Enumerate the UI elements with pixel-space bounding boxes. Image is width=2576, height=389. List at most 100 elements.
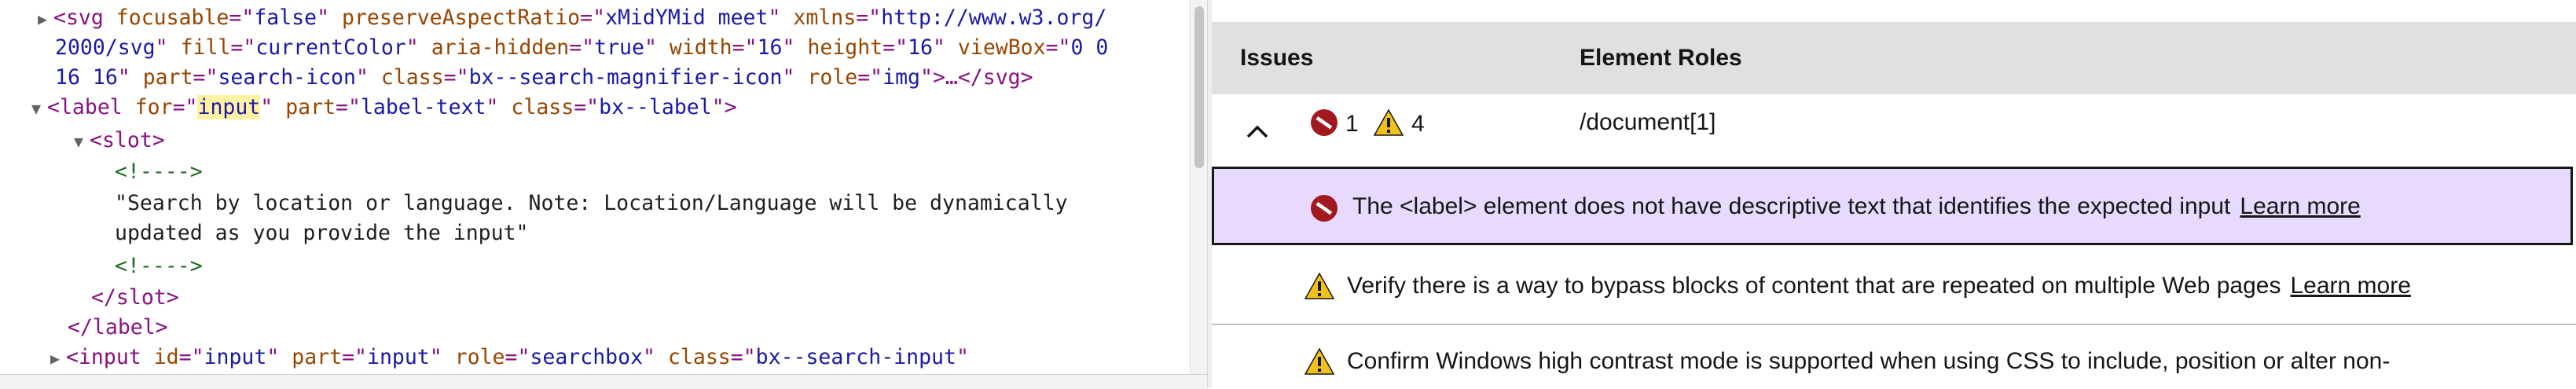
dom-token: =" <box>342 345 367 369</box>
dom-token: part <box>285 95 336 119</box>
dom-node-line[interactable]: ▶ <svg focusable="false" preserveAspectRa… <box>38 3 1106 34</box>
dom-token: " <box>260 95 286 119</box>
dom-token: " <box>405 35 431 60</box>
dom-node-line[interactable]: <!----> <box>115 157 203 187</box>
dom-token: class <box>511 95 574 119</box>
dom-token: ">…</svg> <box>919 65 1033 90</box>
issue-text: The <label> element does not have descri… <box>1352 193 2231 219</box>
dom-token: =" <box>1045 35 1071 60</box>
dom-token: bx--search-magnifier-icon <box>468 65 783 90</box>
dom-token: " <box>266 345 292 369</box>
violation-count: 1 <box>1345 111 1359 137</box>
dom-token: 16 <box>908 35 933 60</box>
dom-node-line[interactable]: ▼ <label for="input" part="label-text" cl… <box>31 93 737 123</box>
dom-token: 0 0 <box>1070 35 1109 60</box>
dom-token: " <box>782 65 808 90</box>
dom-token: currentColor <box>255 35 406 60</box>
expand-triangle-open-icon[interactable]: ▼ <box>31 94 47 123</box>
dom-token: <!----> <box>115 160 203 184</box>
elements-scroll-thumb[interactable] <box>1194 6 1204 168</box>
dom-token: =" <box>443 65 469 90</box>
dom-token: <!----> <box>115 254 203 278</box>
dom-token: fill <box>180 35 231 60</box>
dom-token: xmlns <box>793 6 857 30</box>
dom-token: " <box>155 35 181 60</box>
dom-token: " <box>643 345 668 369</box>
dom-token: part <box>142 65 193 90</box>
issue-group-row[interactable]: 1 4 /document[1] <box>1212 94 2576 167</box>
dom-node-line[interactable]: </label> <box>68 313 168 343</box>
dom-token: xMidYMid meet <box>605 6 769 30</box>
dom-token: =" <box>857 65 883 90</box>
dom-token: height <box>807 35 883 60</box>
elements-scrollbar[interactable] <box>1190 0 1208 388</box>
dom-token: updated as you provide the input" <box>115 221 529 245</box>
warning-count: 4 <box>1411 111 1425 137</box>
issue-row[interactable]: Verify there is a way to bypass blocks o… <box>1212 247 2576 325</box>
dom-token: 16 <box>757 35 783 60</box>
issues-table-header: Issues Element Roles <box>1212 22 2576 94</box>
dom-node-line[interactable]: 16 16" part="search-icon" class="bx--sea… <box>55 63 1033 93</box>
dom-node-line[interactable]: </slot> <box>91 283 179 313</box>
elements-panel: ▶ <svg focusable="false" preserveAspectRa… <box>0 0 1190 388</box>
dom-token: =" <box>580 6 606 30</box>
dom-node-line[interactable]: ▼ <slot> <box>74 126 165 156</box>
dom-node-line[interactable]: updated as you provide the input" <box>115 218 529 248</box>
dom-token: </label> <box>68 315 168 339</box>
dom-token: <label <box>47 95 135 119</box>
chevron-up-icon[interactable] <box>1242 118 1273 146</box>
dom-token: part <box>292 345 343 369</box>
dom-token: viewBox <box>957 35 1046 60</box>
dom-token: " <box>768 6 794 30</box>
dom-token: width <box>669 35 732 60</box>
dom-token: bx--label <box>599 95 712 119</box>
issue-message: Verify there is a way to bypass blocks o… <box>1347 272 2411 300</box>
dom-node-line[interactable]: ▶ <input id="input" part="input" role="se… <box>50 343 969 373</box>
search-highlight: input <box>197 95 261 119</box>
dom-token: =" <box>569 35 595 60</box>
dom-token: =" <box>193 65 218 90</box>
accessibility-checker-panel: Issues Element Roles 1 4 /document[1] Th… <box>1212 0 2576 388</box>
dom-token: focusable <box>116 6 229 30</box>
dom-token: " <box>429 345 455 369</box>
dom-token: img <box>883 65 920 90</box>
warning-icon <box>1305 347 1334 375</box>
dom-token: =" <box>505 345 530 369</box>
dom-token: <svg <box>53 6 116 30</box>
dom-token: " <box>932 35 958 60</box>
violation-icon <box>1311 109 1338 136</box>
dom-token: " <box>317 6 342 30</box>
dom-token: class <box>667 345 731 369</box>
dom-token: " <box>644 35 670 60</box>
dom-token: 16 16 <box>55 65 118 90</box>
dom-token: " <box>486 95 512 119</box>
dom-token: =" <box>883 35 908 60</box>
learn-more-link[interactable]: Learn more <box>2290 273 2410 299</box>
expand-triangle-closed-icon[interactable]: ▶ <box>38 4 53 34</box>
dom-token: role <box>454 345 505 369</box>
dom-token: =" <box>229 6 255 30</box>
element-role: /document[1] <box>1580 109 1716 135</box>
issue-message: The <label> element does not have descri… <box>1352 193 2361 221</box>
dom-token: search-icon <box>218 65 356 90</box>
dom-token: " <box>956 345 969 369</box>
dom-token: =" <box>230 35 256 60</box>
expand-triangle-closed-icon[interactable]: ▶ <box>50 343 66 373</box>
dom-token: role <box>807 65 858 90</box>
dom-token: label-text <box>360 95 486 119</box>
dom-token: searchbox <box>530 345 644 369</box>
expand-triangle-open-icon[interactable]: ▼ <box>74 127 90 156</box>
dom-token: </slot> <box>91 285 179 310</box>
learn-more-link[interactable]: Learn more <box>2240 193 2360 219</box>
dom-token: =" <box>856 6 882 30</box>
dom-node-line[interactable]: "Search by location or language. Note: L… <box>115 189 1068 218</box>
dom-node-line[interactable]: 2000/svg" fill="currentColor" aria-hidde… <box>55 33 1108 63</box>
issue-row-selected[interactable]: The <label> element does not have descri… <box>1212 167 2573 245</box>
dom-token: "> <box>711 95 737 119</box>
dom-token: =" <box>732 35 758 60</box>
issues-column-header: Issues <box>1240 45 1314 71</box>
issue-row[interactable]: Confirm Windows high contrast mode is su… <box>1212 325 2576 388</box>
dom-token: false <box>254 6 317 30</box>
dom-token: <slot> <box>90 128 165 152</box>
dom-node-line[interactable]: <!----> <box>115 251 203 281</box>
